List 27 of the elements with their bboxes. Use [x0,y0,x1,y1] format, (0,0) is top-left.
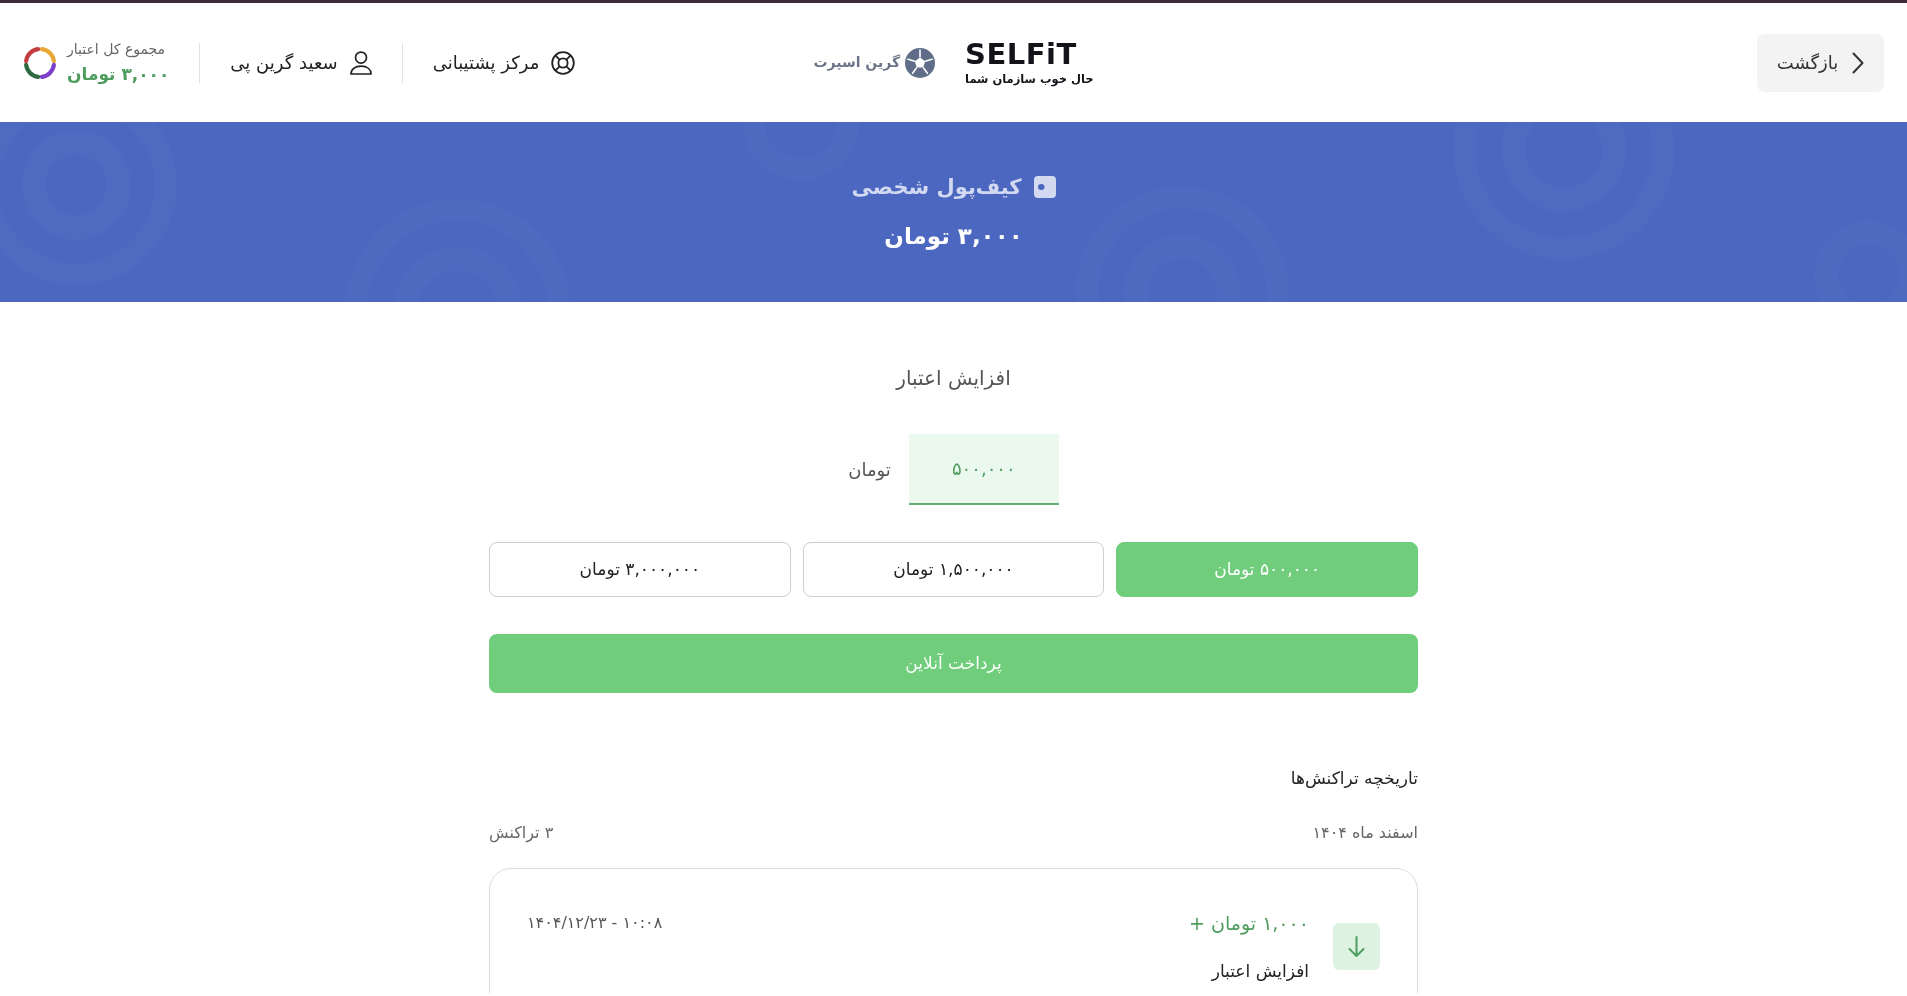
user-menu[interactable]: سعید گرین پی [230,49,372,76]
month-label: اسفند ماه ۱۴۰۴ [1312,822,1418,844]
logo-tagline: حال خوب سازمان شما [965,73,1094,86]
credit-label: مجموع کل اعتبار [67,39,167,60]
arrow-down-icon [1333,922,1380,970]
amount-preset-button[interactable]: ۳,۰۰۰,۰۰۰ تومان [489,542,791,597]
wallet-title: کیف‌پول شخصی [851,174,1022,201]
lifebuoy-icon [551,50,576,75]
transaction-count: ۳ تراکنش [489,822,554,845]
ring-icon [23,45,57,80]
user-icon [349,50,372,75]
top-up-title: افزایش اعتبار [894,365,1012,392]
amount-preset-button[interactable]: ۱,۵۰۰,۰۰۰ تومان [802,542,1105,597]
logo-wordmark: SELFiT [965,39,1078,69]
unit-label: تومان [848,458,891,483]
credit-amount: ۳,۰۰۰ تومان [67,62,170,86]
history-title: تاریخچه تراکنش‌ها [1289,767,1418,791]
wallet-icon [1033,176,1056,198]
support-link[interactable]: مرکز پشتیبانی [432,49,576,76]
wallet-balance: ۳,۰۰۰ تومان [884,222,1023,252]
back-button[interactable]: بازگشت [1757,33,1884,92]
ball-icon [905,47,936,78]
partner-logo-text: گرین اسپرت [813,53,901,73]
chevron-right-icon [1852,51,1865,74]
transaction-amount: ۱,۰۰۰ تومان + [1189,911,1309,937]
transaction-title: افزایش اعتبار [1210,960,1309,983]
transaction-datetime: ۱۰:۰۸ - ۱۴۰۴/۱۲/۲۳ [527,912,663,934]
